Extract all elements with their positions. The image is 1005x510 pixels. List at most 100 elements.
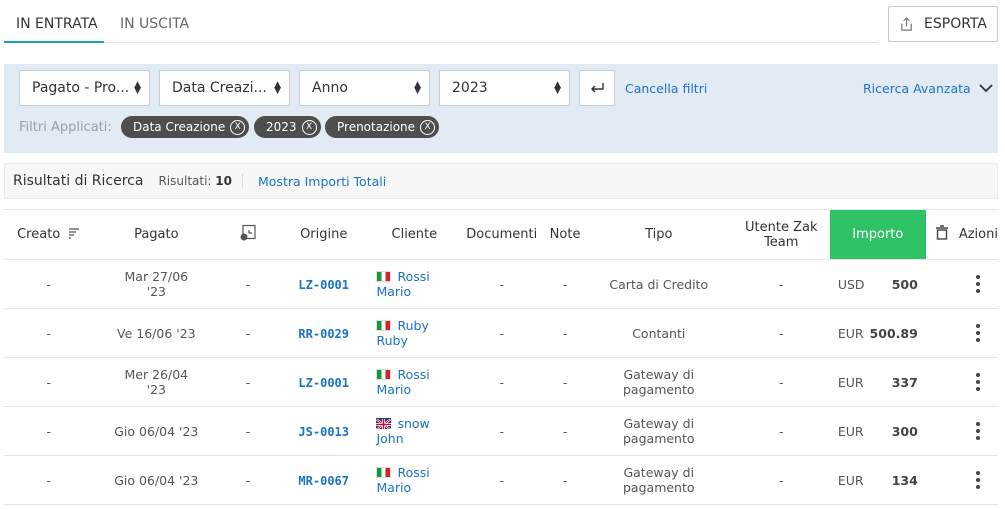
column-origin[interactable]: Origine xyxy=(276,209,371,260)
cell-client: Rossi Mario xyxy=(370,259,459,309)
year-select[interactable]: 2023 ▲ ▼ xyxy=(439,70,570,106)
column-user-line1: Utente Zak xyxy=(745,219,818,235)
select-arrows-icon: ▲ ▼ xyxy=(134,80,141,96)
cell-select xyxy=(925,357,959,407)
tab-in-entrata[interactable]: IN ENTRATA xyxy=(16,16,98,32)
table-row[interactable]: - Ve 16/06 '23- RR-0029 Ruby Ruby - - Contanti… xyxy=(4,308,998,358)
date-field-select[interactable]: Data Creazi... ▲ ▼ xyxy=(159,70,290,106)
column-client[interactable]: Cliente xyxy=(370,209,459,260)
cell-currency: EUR xyxy=(829,406,870,456)
paid-line1: Mer 26/04 xyxy=(124,367,189,382)
type-line2: pagamento xyxy=(623,382,695,397)
origin-link[interactable]: MR-0067 xyxy=(298,474,349,488)
period-value: Anno xyxy=(312,80,348,96)
column-created[interactable]: Creato xyxy=(4,209,94,260)
period-select[interactable]: Anno ▲ ▼ xyxy=(299,70,430,106)
column-type[interactable]: Tipo xyxy=(584,209,733,260)
type-line1: Gateway di xyxy=(623,416,695,431)
cell-created: - xyxy=(4,357,94,407)
close-icon[interactable]: X xyxy=(230,119,246,135)
apply-return-button[interactable] xyxy=(579,70,615,106)
clear-filters-link[interactable]: Cancella filtri xyxy=(625,81,707,96)
cell-actions xyxy=(958,308,998,358)
more-actions-icon[interactable] xyxy=(959,422,998,440)
chip-label: Prenotazione xyxy=(337,120,416,134)
cell-document: - xyxy=(219,406,277,456)
cell-amount: 500 xyxy=(869,259,926,309)
cell-type: Gateway di pagamento xyxy=(584,406,733,456)
filters-panel: Pagato - Pro... ▲ ▼ Data Creazi... ▲ ▼ Ann… xyxy=(4,64,998,153)
results-bar: Risultati di Ricerca Risultati: 10 Mostr… xyxy=(4,163,998,199)
type-line2: pagamento xyxy=(623,431,695,446)
cell-paid: Mer 26/04'23 xyxy=(93,357,220,407)
italy-flag-icon xyxy=(376,320,392,331)
client-line1: Rossi xyxy=(397,269,430,284)
column-notes[interactable]: Note xyxy=(545,209,585,260)
tab-in-uscita[interactable]: IN USCITA xyxy=(120,16,189,32)
filter-chip-prenotazione: Prenotazione X xyxy=(325,116,440,138)
cell-created: - xyxy=(4,308,94,358)
cell-select xyxy=(925,259,959,309)
trash-icon[interactable] xyxy=(935,225,949,240)
column-created-label: Creato xyxy=(17,227,61,242)
paid-line2: '23 xyxy=(146,382,166,397)
close-icon[interactable]: X xyxy=(301,119,317,135)
cell-notes: - xyxy=(545,259,585,309)
paid-line2: '23 xyxy=(146,284,166,299)
cell-documents: - xyxy=(458,357,546,407)
cell-origin: LZ-0001 xyxy=(276,357,371,407)
year-value: 2023 xyxy=(452,80,488,96)
cell-actions xyxy=(958,357,998,407)
more-actions-icon[interactable] xyxy=(959,471,998,489)
date-field-value: Data Creazi... xyxy=(172,80,267,96)
cell-amount: 300 xyxy=(869,406,926,456)
paid-line1: Gio 06/04 '23 xyxy=(114,472,199,488)
more-actions-icon[interactable] xyxy=(959,373,998,391)
active-tab-indicator xyxy=(4,41,104,43)
cell-actions xyxy=(958,406,998,456)
cell-paid: Ve 16/06 '23 xyxy=(93,308,220,358)
origin-link[interactable]: JS-0013 xyxy=(298,425,349,439)
origin-link[interactable]: RR-0029 xyxy=(298,327,349,341)
show-totals-link[interactable]: Mostra Importi Totali xyxy=(258,174,386,189)
payment-status-select[interactable]: Pagato - Pro... ▲ ▼ xyxy=(19,70,150,106)
advanced-search-toggle[interactable]: Ricerca Avanzata xyxy=(863,81,993,96)
column-documents[interactable]: Documenti xyxy=(458,209,546,260)
type-line2: pagamento xyxy=(623,480,695,495)
more-actions-icon[interactable] xyxy=(959,324,998,342)
cell-notes: - xyxy=(545,455,585,505)
cell-actions xyxy=(958,455,998,505)
applied-filters-label: Filtri Applicati: xyxy=(19,120,112,135)
cell-document: - xyxy=(219,357,277,407)
column-paid[interactable]: Pagato xyxy=(93,209,220,260)
table-row[interactable]: - Mer 26/04'23- LZ-0001 Rossi Mario - - Gateway… xyxy=(4,357,998,407)
column-delete-icon xyxy=(925,209,959,260)
table-row[interactable]: - Gio 06/04 '23- JS-0013 snow John - - Gateway… xyxy=(4,406,998,456)
close-icon[interactable]: X xyxy=(420,119,436,135)
payments-table: Creato Pagato Origine Cliente Documenti … xyxy=(4,209,998,505)
chip-label: Data Creazione xyxy=(133,120,226,134)
cell-client: Rossi Mario xyxy=(370,357,459,407)
origin-link[interactable]: LZ-0001 xyxy=(298,376,349,390)
invoice-icon xyxy=(240,224,256,240)
results-count-label: Risultati: xyxy=(158,174,212,188)
column-document-icon xyxy=(219,209,277,260)
table-row[interactable]: - Mar 27/06'23- LZ-0001 Rossi Mario - - Carta d… xyxy=(4,259,998,309)
table-row[interactable]: - Gio 06/04 '23- MR-0067 Rossi Mario - - Gatewa… xyxy=(4,455,998,505)
cell-paid: Gio 06/04 '23 xyxy=(93,455,220,505)
cell-created: - xyxy=(4,406,94,456)
cell-select xyxy=(925,308,959,358)
column-user[interactable]: Utente Zak Team xyxy=(732,209,830,260)
cell-currency: USD xyxy=(829,259,870,309)
export-button[interactable]: ESPORTA xyxy=(888,6,998,42)
column-user-line2: Team xyxy=(764,234,799,250)
origin-link[interactable]: LZ-0001 xyxy=(298,278,349,292)
type-line1: Contanti xyxy=(632,325,686,341)
more-actions-icon[interactable] xyxy=(959,275,998,293)
cell-origin: JS-0013 xyxy=(276,406,371,456)
column-amount[interactable]: Importo xyxy=(829,209,926,260)
cell-notes: - xyxy=(545,406,585,456)
select-arrows-icon: ▲ ▼ xyxy=(554,80,561,96)
export-icon xyxy=(901,16,912,31)
filter-chip-year: 2023 X xyxy=(254,116,321,138)
